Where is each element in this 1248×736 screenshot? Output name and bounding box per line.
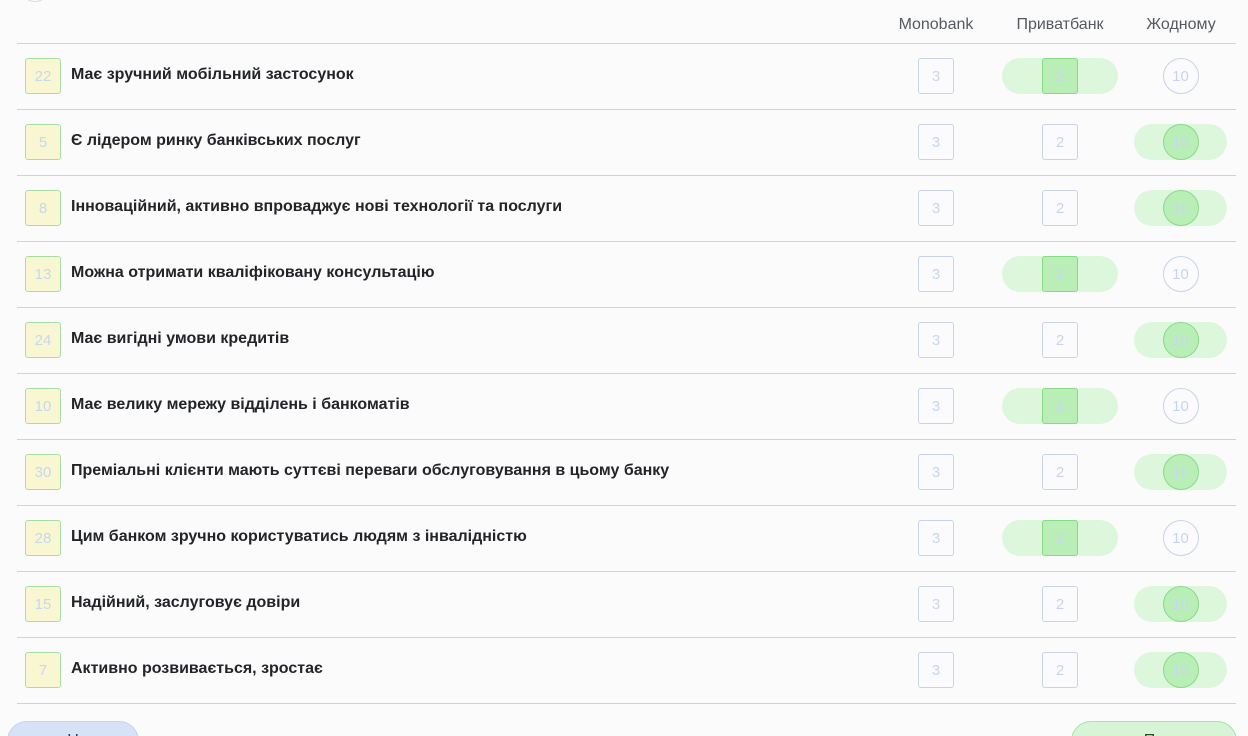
option-monobank-button[interactable]: 3 [918, 520, 954, 556]
option-cell-monobank: 3 [882, 190, 990, 226]
option-privatbank-button[interactable]: 2 [1042, 124, 1078, 160]
option-cell-none: 10 [1134, 454, 1227, 490]
statement-label: Надійний, заслуговує довіри [71, 594, 301, 611]
option-cell-monobank: 3 [882, 322, 990, 358]
statement-label: Має зручний мобільний застосунок [71, 66, 354, 83]
option-privatbank-button[interactable]: 2 [1042, 454, 1078, 490]
statement-number-badge: 7 [25, 652, 61, 688]
option-privatbank-button[interactable]: 2 [1042, 190, 1078, 226]
option-privatbank-button[interactable]: 2 [1042, 586, 1078, 622]
option-cell-privatbank: 2 [1002, 58, 1118, 94]
option-cell-none: 10 [1134, 652, 1227, 688]
option-cell-privatbank: 2 [1002, 388, 1118, 424]
option-none-button[interactable]: 10 [1162, 190, 1199, 226]
option-none-button[interactable]: 10 [1162, 652, 1199, 688]
statement-label: Можна отримати кваліфіковану консультаці… [71, 264, 435, 281]
option-cell-none: 10 [1134, 58, 1227, 94]
column-header-none: Жодному [1146, 16, 1216, 33]
option-monobank-button[interactable]: 3 [918, 124, 954, 160]
option-none-button[interactable]: 10 [1162, 520, 1199, 556]
option-cell-none: 10 [1134, 190, 1227, 226]
statement-label: Є лідером ринку банківських послуг [71, 132, 361, 149]
option-cell-none: 10 [1134, 124, 1227, 160]
option-cell-privatbank: 2 [1002, 652, 1118, 688]
option-cell-monobank: 3 [882, 520, 990, 556]
option-cell-monobank: 3 [882, 454, 990, 490]
statement-row: 7 Активно розвивається, зростає 3 2 10 [17, 638, 1236, 704]
statement-number-badge: 22 [25, 58, 61, 94]
statement-list: 22 Має зручний мобільний застосунок 3 2 10 5 Є… [17, 44, 1236, 704]
option-monobank-button[interactable]: 3 [918, 256, 954, 292]
option-cell-privatbank: 2 [1002, 454, 1118, 490]
table-header: Monobank Приватбанк Жодному [17, 0, 1236, 44]
option-cell-monobank: 3 [882, 652, 990, 688]
statement-row: 15 Надійний, заслуговує довіри 3 2 10 [17, 572, 1236, 638]
option-none-button[interactable]: 10 [1162, 388, 1199, 424]
statement-number-badge: 5 [25, 124, 61, 160]
option-monobank-button[interactable]: 3 [918, 190, 954, 226]
statement-row: 22 Має зручний мобільний застосунок 3 2 10 [17, 44, 1236, 110]
option-none-button[interactable]: 10 [1162, 586, 1199, 622]
option-cell-none: 10 [1134, 586, 1227, 622]
statement-number-badge: 8 [25, 190, 61, 226]
option-cell-privatbank: 2 [1002, 586, 1118, 622]
option-cell-monobank: 3 [882, 124, 990, 160]
statement-row: 13 Можна отримати кваліфіковану консульта… [17, 242, 1236, 308]
option-monobank-button[interactable]: 3 [918, 58, 954, 94]
option-none-button[interactable]: 10 [1162, 256, 1199, 292]
option-monobank-button[interactable]: 3 [918, 388, 954, 424]
option-cell-privatbank: 2 [1002, 322, 1118, 358]
column-header-monobank: Monobank [898, 16, 974, 33]
statement-number-badge: 15 [25, 586, 61, 622]
option-cell-privatbank: 2 [1002, 520, 1118, 556]
column-header-privatbank: Приватбанк [1016, 16, 1104, 33]
statement-label: Цим банком зручно користуватись людям з … [71, 528, 527, 545]
option-cell-privatbank: 2 [1002, 190, 1118, 226]
statement-label: Преміальні клієнти мають суттєві переваг… [71, 462, 670, 479]
option-cell-none: 10 [1134, 256, 1227, 292]
option-privatbank-button[interactable]: 2 [1042, 58, 1078, 94]
option-none-button[interactable]: 10 [1162, 124, 1199, 160]
option-cell-monobank: 3 [882, 58, 990, 94]
statement-row: 24 Має вигідні умови кредитів 3 2 10 [17, 308, 1236, 374]
statement-number-badge: 30 [25, 454, 61, 490]
statement-label: Інноваційний, активно впроваджує нові те… [71, 198, 563, 215]
statement-number-badge: 13 [25, 256, 61, 292]
statement-row: 28 Цим банком зручно користуватись людям … [17, 506, 1236, 572]
statement-row: 5 Є лідером ринку банківських послуг 3 2 10 [17, 110, 1236, 176]
option-cell-monobank: 3 [882, 256, 990, 292]
option-privatbank-button[interactable]: 2 [1042, 652, 1078, 688]
option-monobank-button[interactable]: 3 [918, 322, 954, 358]
option-monobank-button[interactable]: 3 [918, 586, 954, 622]
statement-label: Має велику мережу відділень і банкоматів [71, 396, 410, 413]
option-cell-none: 10 [1134, 520, 1227, 556]
statement-number-badge: 10 [25, 388, 61, 424]
option-monobank-button[interactable]: 3 [918, 454, 954, 490]
option-cell-monobank: 3 [882, 388, 990, 424]
statement-number-badge: 24 [25, 322, 61, 358]
statement-label: Активно розвивається, зростає [71, 660, 323, 677]
next-button[interactable]: Па [1071, 721, 1237, 736]
statement-number-badge: 28 [25, 520, 61, 556]
statement-row: 10 Має велику мережу відділень і банкомат… [17, 374, 1236, 440]
option-privatbank-button[interactable]: 2 [1042, 256, 1078, 292]
option-cell-privatbank: 2 [1002, 124, 1118, 160]
option-none-button[interactable]: 10 [1162, 322, 1199, 358]
option-cell-none: 10 [1134, 388, 1227, 424]
statement-label: Має вигідні умови кредитів [71, 330, 290, 347]
option-none-button[interactable]: 10 [1162, 58, 1199, 94]
statement-row: 8 Інноваційний, активно впроваджує нові т… [17, 176, 1236, 242]
option-monobank-button[interactable]: 3 [918, 652, 954, 688]
option-privatbank-button[interactable]: 2 [1042, 520, 1078, 556]
back-button[interactable]: Н [7, 721, 139, 736]
option-none-button[interactable]: 10 [1162, 454, 1199, 490]
option-privatbank-button[interactable]: 2 [1042, 322, 1078, 358]
option-privatbank-button[interactable]: 2 [1042, 388, 1078, 424]
statement-row: 30 Преміальні клієнти мають суттєві перев… [17, 440, 1236, 506]
option-cell-none: 10 [1134, 322, 1227, 358]
option-cell-monobank: 3 [882, 586, 990, 622]
option-cell-privatbank: 2 [1002, 256, 1118, 292]
